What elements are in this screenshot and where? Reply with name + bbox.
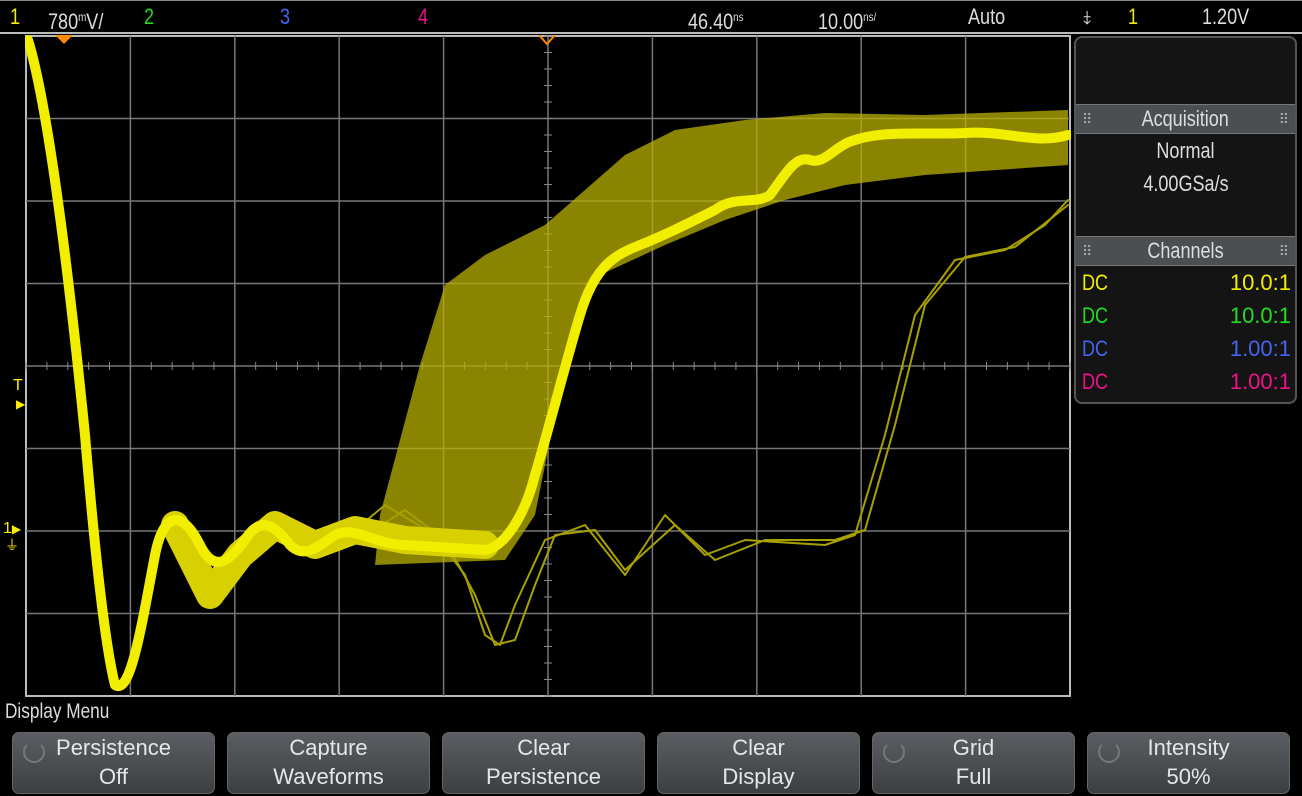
grip-icon: ⠿	[1278, 243, 1289, 259]
softkey-persistence-off[interactable]: Persistence Off	[12, 732, 215, 794]
softkey-grid-full[interactable]: Grid Full	[872, 732, 1075, 794]
ch2-label[interactable]: 2	[144, 5, 154, 29]
trigger-mode[interactable]: Auto	[968, 5, 1005, 29]
trigger-level[interactable]: 1.20V	[1202, 5, 1249, 29]
softkey-capture-waveforms[interactable]: Capture Waveforms	[227, 732, 430, 794]
softkey-line2: Off	[99, 764, 128, 789]
softkey-line1: Capture	[289, 735, 368, 760]
acquisition-mode: Normal	[1156, 138, 1215, 163]
grip-icon: ⠿	[1082, 243, 1092, 259]
acquisition-header[interactable]: ⠿ Acquisition ⠿	[1076, 104, 1295, 134]
trigger-level-arrow-icon: ▶	[16, 397, 26, 411]
menu-title: Display Menu	[5, 700, 110, 723]
time-delay[interactable]: 46.40ns	[688, 5, 744, 34]
info-side-panel: ⠿ Acquisition ⠿ Normal 4.00GSa/s ⠿ Chann…	[1074, 36, 1297, 404]
softkey-clear-display[interactable]: Clear Display	[657, 732, 860, 794]
channels-title: Channels	[1147, 238, 1224, 263]
softkey-line1: Clear	[732, 735, 785, 760]
grip-icon: ⠿	[1278, 111, 1289, 127]
entry-knob-icon	[1098, 741, 1120, 763]
ch3-label[interactable]: 3	[280, 5, 290, 29]
time-scale[interactable]: 10.00ns/	[818, 5, 876, 34]
softkey-line2: Waveforms	[273, 764, 384, 789]
ch1-scale[interactable]: 780mV/	[48, 5, 103, 34]
channel-row-2: DC 10.0:1	[1082, 303, 1291, 328]
falling-edge-icon: ⤈	[1083, 7, 1091, 27]
channel-row-4: DC 1.00:1	[1082, 369, 1291, 394]
softkey-clear-persistence[interactable]: Clear Persistence	[442, 732, 645, 794]
channels-header[interactable]: ⠿ Channels ⠿	[1076, 236, 1295, 266]
softkey-intensity-50[interactable]: Intensity 50%	[1087, 732, 1290, 794]
acquisition-title: Acquisition	[1141, 106, 1230, 131]
channel-row-3: DC 1.00:1	[1082, 336, 1291, 361]
ch1-scale-unit: V/	[86, 9, 104, 34]
entry-knob-icon	[883, 741, 905, 763]
time-delay-unit: ns	[733, 10, 744, 24]
trigger-level-marker[interactable]: T	[13, 377, 23, 395]
channel-row-1: DC 10.0:1	[1082, 270, 1291, 295]
softkey-line2: Full	[955, 764, 992, 789]
time-scale-unit: ns/	[863, 10, 877, 24]
waveform-display[interactable]	[25, 35, 1071, 697]
softkey-line2: Display	[722, 764, 795, 789]
ch1-scale-prefix: m	[78, 10, 87, 24]
status-bar: 1 780mV/ 2 3 4 46.40ns 10.00ns/ Auto ⤈ 1…	[0, 0, 1302, 34]
entry-knob-icon	[23, 741, 45, 763]
sample-rate: 4.00GSa/s	[1142, 171, 1229, 196]
time-delay-value: 46.40	[688, 9, 734, 34]
ground-icon: ⏚	[5, 537, 19, 553]
softkey-line1: Clear	[517, 735, 570, 760]
trigger-source[interactable]: 1	[1128, 5, 1138, 29]
softkey-line2: Persistence	[486, 764, 601, 789]
time-scale-value: 10.00	[818, 9, 864, 34]
grip-icon: ⠿	[1082, 111, 1092, 127]
ch1-scale-value: 780	[48, 9, 79, 34]
ch4-label[interactable]: 4	[418, 5, 428, 29]
softkey-line2: 50%	[1166, 764, 1211, 789]
ch1-label[interactable]: 1	[10, 5, 20, 29]
